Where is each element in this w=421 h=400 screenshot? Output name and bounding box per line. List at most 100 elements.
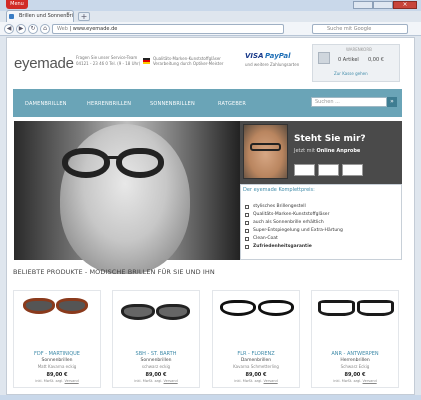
window-close-button[interactable]: × xyxy=(393,1,417,9)
product-name[interactable]: FDF - MARTINIQUE xyxy=(13,351,101,357)
tryon-thumb-2[interactable] xyxy=(318,164,339,176)
shipping-link[interactable]: Versand xyxy=(363,379,377,383)
sunglasses-icon xyxy=(121,304,155,320)
nav-item-ratgeber[interactable]: RATGEBER xyxy=(218,101,246,107)
eyeglasses-icon xyxy=(357,300,394,316)
nav-item-sonnenbrillen[interactable]: SONNENBRILLEN xyxy=(150,101,195,107)
usp-checkbox-icon xyxy=(245,245,249,249)
shipping-link[interactable]: Versand xyxy=(264,379,278,383)
product-category: Damenbrillen xyxy=(240,358,272,363)
usp-checkbox-icon xyxy=(245,237,249,241)
product-description: schwarz eckig xyxy=(141,364,171,369)
product-vat: inkl. MwSt. zzgl. Versand xyxy=(212,379,300,383)
product-name[interactable]: ANR - ANTWERPEN xyxy=(311,351,399,357)
hero-model-image xyxy=(60,124,190,274)
hero-glasses-bridge-icon xyxy=(108,156,118,159)
paypal-logo: PayPal xyxy=(265,52,291,60)
tab-close-icon[interactable]: × xyxy=(66,11,70,17)
usp-item: Qualitäts-Marken-Kunststoffgläser xyxy=(253,212,330,217)
eyeglasses-icon xyxy=(258,300,294,316)
usp-item: stylisches Brillengestell xyxy=(253,204,306,209)
products-heading: BELIEBTE PRODUKTE - MODISCHE BRILLEN FÜR… xyxy=(13,268,215,276)
reload-icon[interactable]: ↻ xyxy=(28,24,38,34)
new-tab-button[interactable]: + xyxy=(78,12,90,21)
address-bar-url: www.eyemade.de xyxy=(72,26,118,32)
tryon-thumb-3[interactable] xyxy=(342,164,363,176)
service-line-2: 04121 - 23 46 0 Tel. (9 - 18 Uhr) xyxy=(76,61,141,66)
product-category: Sonnenbrillen xyxy=(140,358,172,363)
sunglasses-icon xyxy=(156,304,190,320)
product-name[interactable]: FLR - FLORENZ xyxy=(212,351,300,357)
vat-text: inkl. MwSt. zzgl. xyxy=(333,379,363,383)
usp-title: Der eyemade Komplettpreis: xyxy=(243,187,315,193)
browser-tab[interactable]: Brillen und Sonnenbrill... xyxy=(6,10,74,22)
product-vat: inkl. MwSt. zzgl. Versand xyxy=(112,379,200,383)
tryon-glasses-icon xyxy=(250,143,281,151)
cart-items: 0 Artikel xyxy=(338,57,359,63)
address-bar[interactable]: Web | www.eyemade.de xyxy=(52,24,284,34)
product-description: Schwarz Eckig xyxy=(340,364,370,369)
tryon-man-photo xyxy=(243,124,288,179)
tryon-thumb-1[interactable] xyxy=(294,164,315,176)
shipping-link[interactable]: Versand xyxy=(65,379,79,383)
product-name[interactable]: SBH - ST. BARTH xyxy=(112,351,200,357)
shipping-link[interactable]: Versand xyxy=(164,379,178,383)
payment-subtext: und weitere Zahlungsarten xyxy=(245,62,300,67)
vat-text: inkl. MwSt. zzgl. xyxy=(35,379,65,383)
back-icon[interactable]: ◀ xyxy=(4,24,14,34)
product-category: Herrenbrillen xyxy=(340,358,370,363)
cart-icon xyxy=(318,52,330,64)
browser-window: { "browser": { "menu_label": "Menu", "ta… xyxy=(0,0,421,400)
address-bar-label: Web xyxy=(57,26,68,32)
usp-item: Super-Entspiegelung und Extra-Härtung xyxy=(253,228,343,233)
browser-menu-button[interactable]: Menu xyxy=(6,0,28,9)
tryon-subtitle-prefix: Jetzt mit xyxy=(294,148,317,154)
german-flag-icon xyxy=(143,58,150,64)
window-minimize-button[interactable] xyxy=(353,1,373,9)
browser-status-bar xyxy=(0,395,421,400)
product-description: Matt Kavarna eckig xyxy=(37,364,77,369)
home-icon[interactable]: ⌂ xyxy=(40,24,50,34)
cart-total: 0,00 € xyxy=(368,57,384,63)
vat-text: inkl. MwSt. zzgl. xyxy=(134,379,164,383)
usp-checkbox-icon xyxy=(245,229,249,233)
checkout-link[interactable]: Zur Kasse gehen xyxy=(334,71,368,76)
tryon-subtitle: Jetzt mit Online Anprobe xyxy=(294,148,360,154)
tryon-title: Steht Sie mir? xyxy=(294,134,366,144)
product-price: 89,00 € xyxy=(344,372,366,378)
usp-item: Clean-Coat xyxy=(253,236,278,241)
window-maximize-button[interactable] xyxy=(373,1,393,9)
product-vat: inkl. MwSt. zzgl. Versand xyxy=(13,379,101,383)
site-search-button[interactable]: » xyxy=(387,97,397,107)
nav-item-damenbrillen[interactable]: DAMENBRILLEN xyxy=(25,101,67,107)
vat-text: inkl. MwSt. zzgl. xyxy=(234,379,264,383)
usp-item: auch als Sonnenbrille erhältlich xyxy=(253,220,324,225)
browser-search-field[interactable]: Suche mit Google xyxy=(312,24,408,34)
service-line-1: Fragen Sie unser Service-Team xyxy=(76,55,138,60)
sunglasses-icon xyxy=(56,298,88,314)
sunglasses-icon xyxy=(23,298,55,314)
product-description: Kavarna Schmetterling xyxy=(233,364,279,369)
site-search-input[interactable]: Suchen ... xyxy=(311,97,387,107)
usp-checkbox-icon xyxy=(245,213,249,217)
product-category: Sonnenbrillen xyxy=(41,358,73,363)
usp-item: Zufriedenheitsgarantie xyxy=(253,244,312,249)
usp-checkbox-icon xyxy=(245,205,249,209)
product-price: 89,00 € xyxy=(145,372,167,378)
hero-glasses-left-icon xyxy=(62,148,110,178)
forward-icon[interactable]: ▶ xyxy=(16,24,26,34)
usp-checkbox-icon xyxy=(245,221,249,225)
product-price: 89,00 € xyxy=(46,372,68,378)
tab-favicon-icon xyxy=(9,14,14,19)
tryon-subtitle-bold: Online Anprobe xyxy=(316,148,361,154)
eyeglasses-icon xyxy=(318,300,355,316)
nav-item-herrenbrillen[interactable]: HERRENBRILLEN xyxy=(87,101,131,107)
hero-glasses-right-icon xyxy=(116,148,164,178)
visa-logo: VISA xyxy=(245,52,264,60)
cart-label: WARENKORB xyxy=(346,47,372,52)
product-price: 89,00 € xyxy=(245,372,267,378)
eyeglasses-icon xyxy=(220,300,256,316)
quality-line-2: Verarbeitung durch Optiker-Meister xyxy=(153,61,224,66)
product-vat: inkl. MwSt. zzgl. Versand xyxy=(311,379,399,383)
site-logo[interactable]: eyemade xyxy=(14,55,74,72)
